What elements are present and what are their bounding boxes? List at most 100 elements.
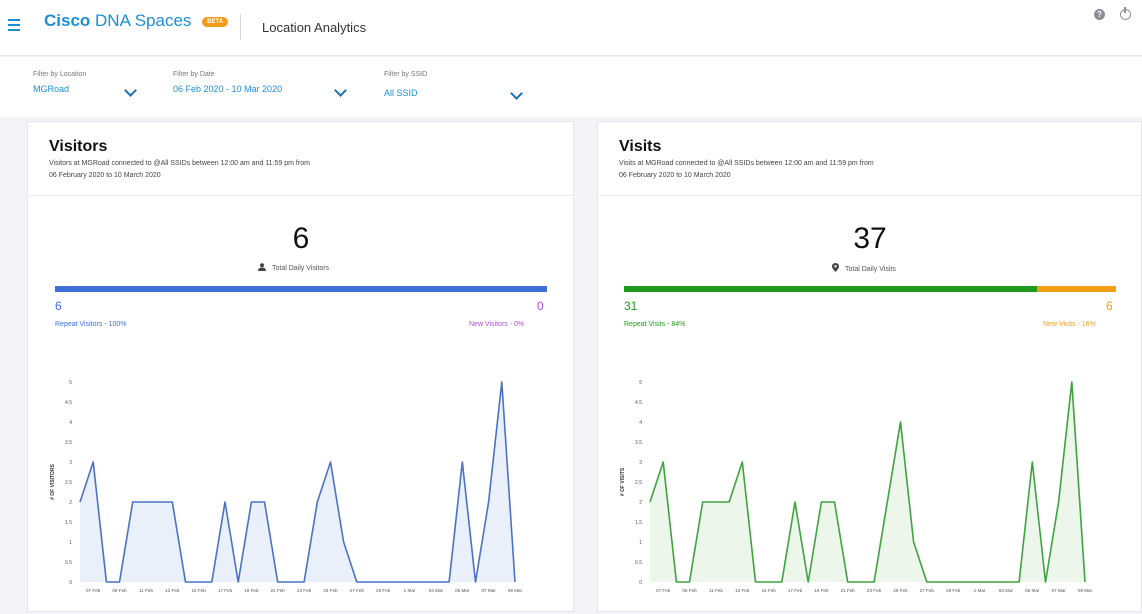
x-tick-label: 19 Feb <box>814 588 829 593</box>
person-icon <box>258 263 266 271</box>
location-filter-value[interactable]: MGRoad <box>33 84 86 94</box>
y-tick-label: 0.5 <box>65 560 72 566</box>
ssid-chevron-down-icon[interactable] <box>510 87 523 100</box>
x-tick-label: 21 Feb <box>841 588 856 593</box>
location-pin-icon <box>832 263 839 272</box>
visits-title: Visits <box>619 138 662 155</box>
y-tick-label: 3 <box>639 460 642 466</box>
hamburger-menu-icon[interactable] <box>8 16 26 32</box>
x-tick-label: 11 Feb <box>139 588 153 593</box>
date-filter-value[interactable]: 06 Feb 2020 - 10 Mar 2020 <box>173 84 282 94</box>
x-tick-label: 07 Feb <box>656 588 671 593</box>
app-title: Location Analytics <box>262 20 367 35</box>
y-tick-label: 0 <box>639 580 642 586</box>
total-visits-value: 37 <box>853 222 887 255</box>
y-tick-label: 3.5 <box>635 440 642 446</box>
y-tick-label: 4.5 <box>635 400 642 406</box>
visitors-card-header: Visitors Visitors at MGRoad connected to… <box>28 122 573 196</box>
header-divider <box>240 14 241 40</box>
new-visitors-percent: New Visitors - 0% <box>469 321 525 328</box>
repeat-visitors-percent: Repeat Visitors - 100% <box>55 321 127 328</box>
x-tick-label: 29 Feb <box>376 588 391 593</box>
y-tick-label: 2.5 <box>65 480 72 486</box>
visits-subtitle: Visits at MGRoad connected to @All SSIDs… <box>619 160 874 179</box>
location-filter-label: Filter by Location <box>33 71 87 78</box>
y-tick-label: 2 <box>69 500 72 506</box>
ssid-filter[interactable]: Filter by SSID All SSID <box>384 71 427 98</box>
y-tick-label: 1 <box>639 540 642 546</box>
y-tick-label: 5 <box>639 380 642 386</box>
brand-logo[interactable]: Cisco DNA Spaces BETA <box>44 11 229 31</box>
new-visits-bar <box>1037 286 1116 292</box>
x-tick-label: 09 Mar <box>1078 588 1093 593</box>
x-tick-label: 27 Feb <box>920 588 935 593</box>
x-tick-label: 05 Mar <box>1025 588 1040 593</box>
new-visits-percent: New Visits - 16% <box>1043 321 1096 328</box>
x-tick-label: 13 Feb <box>735 588 750 593</box>
location-filter[interactable]: Filter by Location MGRoad <box>33 71 86 94</box>
visitors-line-chart: # OF VISITORS 0 0.5 1 1.5 2 2.5 3 3.5 4 4.5 5 07 Feb… <box>50 380 523 593</box>
visits-line-chart: # OF VISITS 0 0.5 1 1.5 2 2.5 3 3.5 4 4.5 5 07 Feb 09… <box>620 380 1093 593</box>
x-tick-label: 03 Mar <box>429 588 444 593</box>
x-tick-label: 19 Feb <box>244 588 259 593</box>
total-visitors-value: 6 <box>292 222 310 255</box>
x-tick-label: 25 Feb <box>323 588 338 593</box>
repeat-visits-percent: Repeat Visits - 84% <box>624 321 686 328</box>
x-tick-label: 15 Feb <box>761 588 776 593</box>
x-tick-label: 23 Feb <box>297 588 312 593</box>
y-tick-label: 4 <box>639 420 642 426</box>
logout-icon[interactable] <box>1120 7 1131 20</box>
repeat-visits-bar <box>624 286 1037 292</box>
y-tick-label: 0.5 <box>635 560 642 566</box>
top-navigation-bar: Cisco DNA Spaces BETA Location Analytics… <box>0 0 1142 56</box>
brand-name-bold: Cisco <box>44 11 91 30</box>
total-visitors-label: Total Daily Visitors <box>272 265 330 272</box>
visits-card: Visits Visits at MGRoad connected to @Al… <box>597 121 1142 612</box>
date-filter[interactable]: Filter by Date 06 Feb 2020 - 10 Mar 2020 <box>173 71 282 94</box>
location-chevron-down-icon[interactable] <box>124 84 137 97</box>
x-tick-label: 15 Feb <box>191 588 206 593</box>
help-icon[interactable]: ? <box>1094 9 1105 20</box>
total-visits-label: Total Daily Visits <box>845 266 896 273</box>
x-tick-label: 11 Feb <box>709 588 723 593</box>
x-tick-label: 29 Feb <box>946 588 961 593</box>
x-tick-label: 21 Feb <box>271 588 286 593</box>
new-visits-count: 6 <box>1106 299 1113 313</box>
y-tick-label: 4.5 <box>65 400 72 406</box>
y-tick-label: 0 <box>69 580 72 586</box>
beta-badge: BETA <box>202 17 229 27</box>
x-tick-label: 07 Mar <box>481 588 496 593</box>
new-visitors-count: 0 <box>537 299 544 313</box>
x-tick-label: 1 Mar <box>974 588 986 593</box>
y-tick-label: 2.5 <box>635 480 642 486</box>
x-tick-label: 09 Feb <box>112 588 127 593</box>
y-tick-label: 2 <box>639 500 642 506</box>
x-tick-label: 13 Feb <box>165 588 180 593</box>
y-tick-label: 5 <box>69 380 72 386</box>
date-chevron-down-icon[interactable] <box>334 84 347 97</box>
y-tick-label: 4 <box>69 420 72 426</box>
y-axis-label: # OF VISITORS <box>50 463 56 499</box>
repeat-visitors-count: 6 <box>55 299 62 313</box>
y-tick-label: 1.5 <box>65 520 72 526</box>
total-visits-label-row: Total Daily Visits <box>832 263 896 273</box>
brand-name-rest: DNA Spaces <box>95 11 192 30</box>
visitors-card: Visitors Visitors at MGRoad connected to… <box>27 121 574 612</box>
y-tick-label: 3 <box>69 460 72 466</box>
y-tick-label: 1.5 <box>635 520 642 526</box>
ssid-filter-value[interactable]: All SSID <box>384 88 427 98</box>
x-tick-label: 1 Mar <box>404 588 416 593</box>
y-axis-label: # OF VISITS <box>620 467 626 496</box>
x-tick-label: 17 Feb <box>218 588 233 593</box>
x-tick-label: 03 Mar <box>999 588 1014 593</box>
x-tick-label: 23 Feb <box>867 588 882 593</box>
visits-card-header: Visits Visits at MGRoad connected to @Al… <box>598 122 1141 196</box>
filter-bar: Filter by Location MGRoad Filter by Date… <box>0 57 1142 117</box>
y-tick-label: 3.5 <box>65 440 72 446</box>
x-tick-label: 05 Mar <box>455 588 470 593</box>
area-fill <box>80 382 515 582</box>
x-tick-label: 09 Mar <box>508 588 523 593</box>
x-tick-label: 17 Feb <box>788 588 803 593</box>
visitors-title: Visitors <box>49 138 108 155</box>
area-fill <box>650 382 1085 582</box>
